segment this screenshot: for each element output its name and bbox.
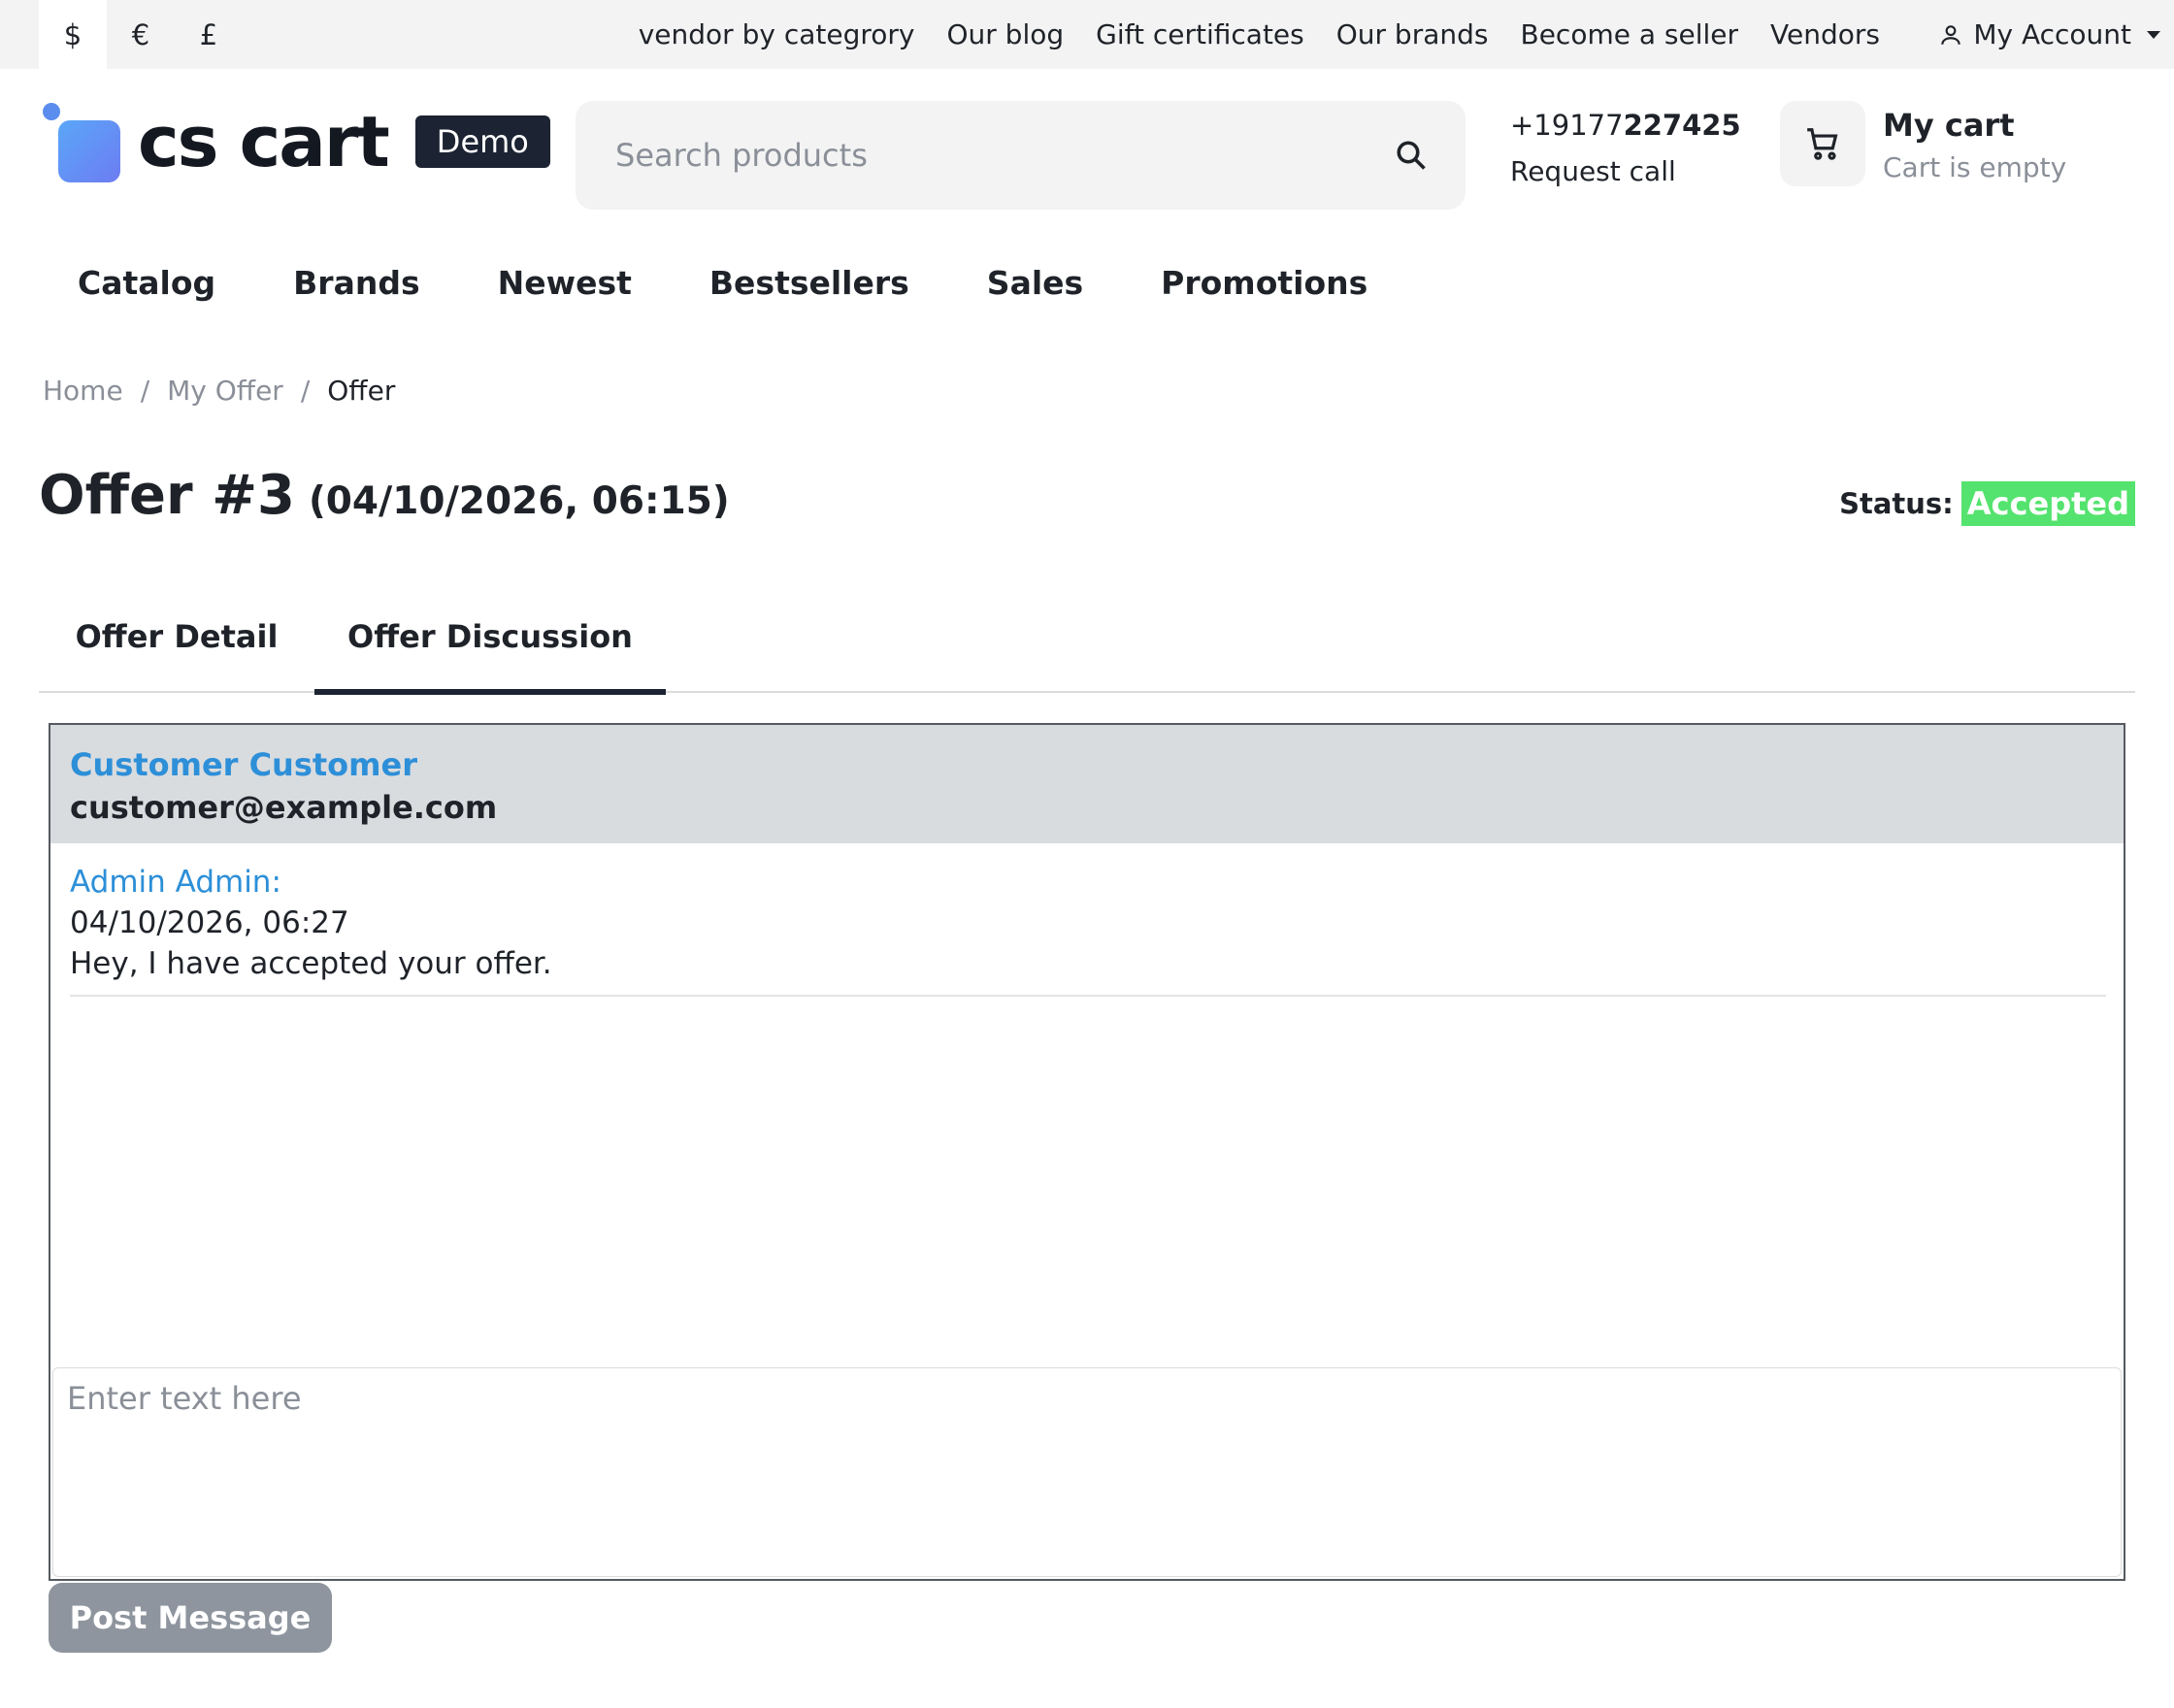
request-call-link[interactable]: Request call (1510, 155, 1741, 187)
post-message-button[interactable]: Post Message (49, 1583, 332, 1653)
tab-offer-discussion[interactable]: Offer Discussion (314, 580, 666, 695)
currency-switcher: $ € £ (39, 0, 243, 69)
top-link-our-brands[interactable]: Our brands (1336, 18, 1489, 50)
tab-offer-detail[interactable]: Offer Detail (39, 580, 314, 693)
status-badge: Accepted (1960, 481, 2135, 526)
currency-eur[interactable]: € (107, 0, 175, 69)
currency-gbp[interactable]: £ (175, 0, 243, 69)
nav-newest[interactable]: Newest (498, 264, 632, 302)
cart-title: My cart (1883, 107, 2015, 144)
top-link-vendor-by-category[interactable]: vendor by categrory (639, 18, 915, 50)
nav-sales[interactable]: Sales (987, 264, 1083, 302)
offer-tabs: Offer Detail Offer Discussion (39, 580, 2135, 695)
breadcrumb-home[interactable]: Home (43, 375, 123, 407)
offer-title: Offer #3 (39, 464, 295, 527)
nav-brands[interactable]: Brands (293, 264, 419, 302)
message-author: Admin Admin: (70, 865, 281, 900)
nav-catalog[interactable]: Catalog (78, 264, 215, 302)
breadcrumb-my-offer[interactable]: My Offer (167, 375, 283, 407)
message-item: Admin Admin: 04/10/2026, 06:27 Hey, I ha… (70, 865, 2106, 997)
main-nav: Catalog Brands Newest Bestsellers Sales … (78, 264, 1367, 302)
nav-bestsellers[interactable]: Bestsellers (709, 264, 909, 302)
discussion-panel: Customer Customer customer@example.com A… (49, 723, 2125, 1581)
top-link-vendors[interactable]: Vendors (1770, 18, 1880, 50)
top-link-gift-certificates[interactable]: Gift certificates (1096, 18, 1304, 50)
message-date: 04/10/2026, 06:27 (70, 905, 349, 940)
cart-button[interactable] (1780, 101, 1865, 186)
status-label: Status: (1839, 487, 1954, 520)
offer-date: (04/10/2026, 06:15) (308, 479, 730, 523)
breadcrumb-separator: / (140, 375, 150, 407)
store-logo[interactable]: cs cart Demo (41, 101, 550, 182)
cart-status: Cart is empty (1883, 151, 2067, 183)
logo-mark-icon (41, 101, 120, 182)
logo-text: cs cart (138, 101, 390, 182)
offer-status: Status: Accepted (1839, 481, 2135, 526)
message-text: Hey, I have accepted your offer. (70, 946, 552, 981)
top-bar: $ € £ vendor by categrory Our blog Gift … (0, 0, 2174, 69)
customer-name: Customer Customer (70, 746, 417, 783)
search-icon[interactable] (1394, 138, 1429, 173)
chevron-down-icon (2147, 30, 2160, 39)
my-account-label: My Account (1973, 18, 2131, 50)
phone-number[interactable]: +19177227425 (1510, 109, 1741, 142)
cart-info: My cart Cart is empty (1883, 107, 2066, 183)
cart-widget[interactable]: My cart Cart is empty (1780, 101, 2066, 186)
nav-promotions[interactable]: Promotions (1161, 264, 1367, 302)
search-bar (576, 101, 1466, 210)
message-input[interactable] (52, 1367, 2122, 1577)
search-input[interactable] (615, 137, 1394, 174)
currency-usd[interactable]: $ (39, 0, 107, 69)
top-link-become-a-seller[interactable]: Become a seller (1520, 18, 1738, 50)
breadcrumb: Home / My Offer / Offer (43, 375, 395, 407)
demo-badge: Demo (414, 115, 550, 168)
discussion-header: Customer Customer customer@example.com (50, 725, 2124, 843)
customer-email: customer@example.com (70, 789, 498, 826)
user-icon (1941, 24, 1961, 45)
breadcrumb-separator: / (300, 375, 311, 407)
page-title: Offer #3 (04/10/2026, 06:15) (39, 464, 730, 527)
my-account-menu[interactable]: My Account (1938, 0, 2160, 69)
breadcrumb-current: Offer (327, 375, 396, 407)
cart-icon (1807, 128, 1838, 160)
top-link-our-blog[interactable]: Our blog (946, 18, 1064, 50)
top-links: vendor by categrory Our blog Gift certif… (639, 0, 1880, 69)
contact-phone: +19177227425 Request call (1510, 109, 1741, 187)
